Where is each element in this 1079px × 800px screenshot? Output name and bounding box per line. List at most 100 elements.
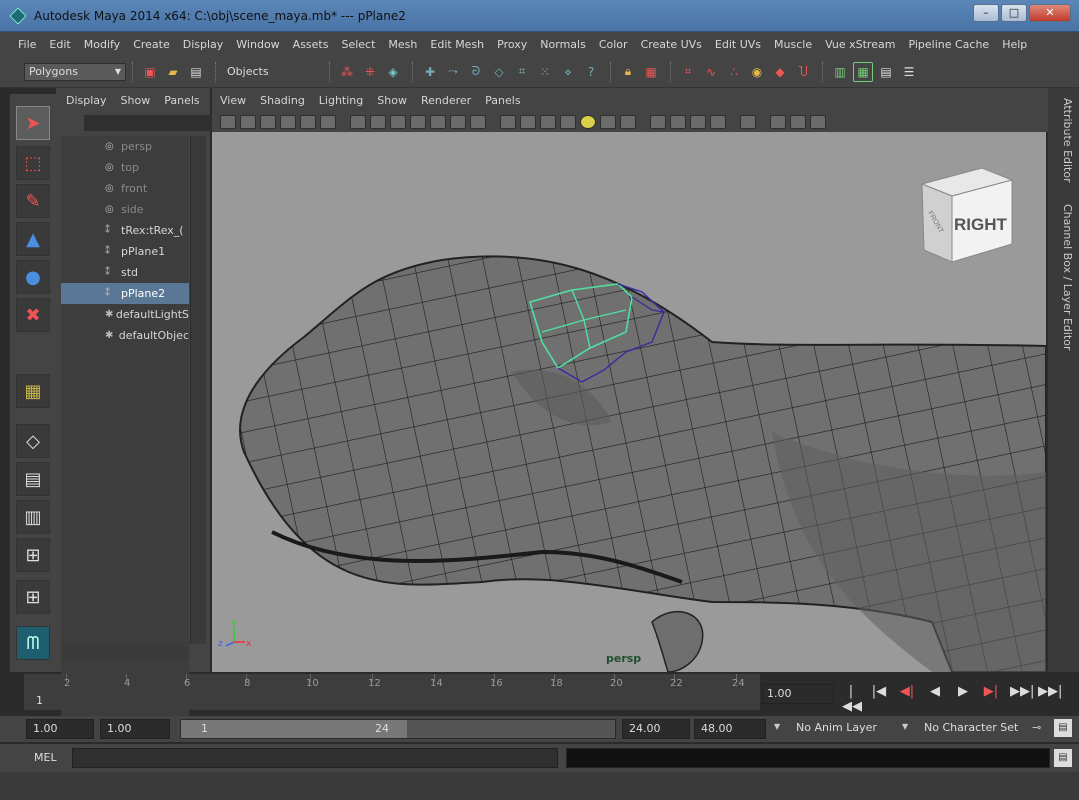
- menu-assets[interactable]: Assets: [293, 38, 329, 51]
- menu-vue-xstream[interactable]: Vue xStream: [825, 38, 895, 51]
- open-scene-icon[interactable]: ▰: [163, 62, 183, 82]
- outliner-vertical-scrollbar[interactable]: [190, 136, 206, 644]
- attribute-editor-tab[interactable]: Attribute Editor: [1054, 98, 1074, 183]
- outliner-horizontal-scrollbar[interactable]: [61, 646, 189, 660]
- xray-active-icon[interactable]: [790, 115, 806, 129]
- maximize-button[interactable]: □: [1001, 4, 1027, 22]
- scale-tool-icon[interactable]: ✖: [16, 298, 50, 332]
- 2d-pan-zoom-icon[interactable]: [300, 115, 316, 129]
- menu-color[interactable]: Color: [599, 38, 628, 51]
- menu-muscle[interactable]: Muscle: [774, 38, 812, 51]
- character-set-dropdown[interactable]: No Character Set: [918, 719, 1028, 739]
- viewport-menu-shading[interactable]: Shading: [260, 94, 305, 107]
- textured-icon[interactable]: [560, 115, 576, 129]
- outliner-menu-show[interactable]: Show: [121, 94, 151, 107]
- anim-layer-dropdown[interactable]: No Anim Layer: [790, 719, 896, 739]
- rotate-tool-icon[interactable]: ●: [16, 260, 50, 294]
- single-view-layout-icon[interactable]: ◇: [16, 424, 50, 458]
- select-by-curve-icon[interactable]: ᘐ: [466, 62, 486, 82]
- step-forward-frame-button[interactable]: ▶|: [982, 684, 1000, 714]
- time-slider[interactable]: 2 4 6 8 10 12 14 16 18 20 22 24 1: [24, 674, 760, 710]
- playback-end-field[interactable]: 24.00: [622, 719, 690, 739]
- channel-box-tab[interactable]: Channel Box / Layer Editor: [1054, 204, 1074, 351]
- construction-history-icon[interactable]: ▥: [830, 62, 850, 82]
- outliner-item[interactable]: ◎ side: [61, 199, 189, 220]
- maya-home-icon[interactable]: ᗰ: [16, 626, 50, 660]
- current-time-field[interactable]: 1.00: [762, 684, 834, 704]
- magnet-icon[interactable]: Ⴎ: [793, 62, 813, 82]
- select-by-joint-icon[interactable]: ⤳: [443, 62, 463, 82]
- menu-create[interactable]: Create: [133, 38, 170, 51]
- menu-select[interactable]: Select: [341, 38, 375, 51]
- outliner-item[interactable]: ⁑ tRex:tRex_(: [61, 220, 189, 241]
- xray-joints-icon[interactable]: [770, 115, 786, 129]
- range-slider-handle[interactable]: 1 24: [181, 720, 407, 738]
- two-view-layout-icon[interactable]: ⊞: [16, 580, 50, 614]
- key-icon[interactable]: ⊸: [1032, 721, 1041, 734]
- menu-normals[interactable]: Normals: [540, 38, 586, 51]
- motion-blur-icon[interactable]: [650, 115, 666, 129]
- render-settings-icon[interactable]: ▤: [876, 62, 896, 82]
- play-forwards-button[interactable]: ▶: [954, 684, 972, 714]
- highlight-selection-icon[interactable]: ▦: [641, 62, 661, 82]
- outliner-menu-panels[interactable]: Panels: [164, 94, 199, 107]
- move-tool-icon[interactable]: ▲: [16, 222, 50, 256]
- menu-pipeline-cache[interactable]: Pipeline Cache: [908, 38, 989, 51]
- render-view-icon[interactable]: ▦: [853, 61, 873, 82]
- bookmark-icon[interactable]: [260, 115, 276, 129]
- viewport-menu-renderer[interactable]: Renderer: [421, 94, 471, 107]
- outliner-item[interactable]: ✱ defaultLightS: [61, 304, 189, 325]
- ipr-render-icon[interactable]: ☰: [899, 62, 919, 82]
- step-back-frame-button[interactable]: ◀|: [898, 684, 916, 714]
- shadows-icon[interactable]: [600, 115, 616, 129]
- selection-mode-dropdown[interactable]: Objects: [223, 62, 323, 81]
- script-editor-icon[interactable]: ▤: [1054, 749, 1072, 767]
- mel-label[interactable]: MEL: [34, 751, 57, 764]
- wireframe-icon[interactable]: [500, 115, 516, 129]
- play-backwards-button[interactable]: ◀: [926, 684, 944, 714]
- outliner-item-selected[interactable]: ⁑ pPlane2: [61, 283, 189, 304]
- viewport-menu-lighting[interactable]: Lighting: [319, 94, 363, 107]
- select-tool-icon[interactable]: ➤: [16, 106, 50, 140]
- snap-to-point-icon[interactable]: ∴: [724, 62, 744, 82]
- gate-mask-icon[interactable]: [410, 115, 426, 129]
- snap-to-grid-icon[interactable]: ⌗: [678, 62, 698, 82]
- outliner-item[interactable]: ✱ defaultObjec: [61, 325, 189, 346]
- outliner-item[interactable]: ◎ front: [61, 178, 189, 199]
- select-camera-icon[interactable]: [220, 115, 236, 129]
- resolution-gate-icon[interactable]: [390, 115, 406, 129]
- go-to-start-button[interactable]: |◀◀: [842, 684, 862, 714]
- playback-start-field[interactable]: 1.00: [100, 719, 170, 739]
- new-scene-icon[interactable]: ▣: [140, 62, 160, 82]
- menu-file[interactable]: File: [18, 38, 36, 51]
- menu-create-uvs[interactable]: Create UVs: [641, 38, 702, 51]
- ambient-occlusion-icon[interactable]: [620, 115, 636, 129]
- end-time-field[interactable]: 48.00: [694, 719, 766, 739]
- safe-action-icon[interactable]: [450, 115, 466, 129]
- camera-attributes-icon[interactable]: [240, 115, 256, 129]
- select-by-rendering-icon[interactable]: ⋄: [558, 62, 578, 82]
- viewport-menu-view[interactable]: View: [220, 94, 246, 107]
- use-default-light-icon[interactable]: [580, 115, 596, 129]
- select-object-icon[interactable]: ⁜: [360, 62, 380, 82]
- view-cube[interactable]: RIGHT FRONT: [920, 167, 1014, 263]
- menu-modify[interactable]: Modify: [84, 38, 120, 51]
- step-back-key-button[interactable]: |◀: [870, 684, 888, 714]
- multisample-aa-icon[interactable]: [670, 115, 686, 129]
- lasso-tool-icon[interactable]: ⬚: [16, 146, 50, 180]
- snap-to-view-plane-icon[interactable]: ◉: [747, 62, 767, 82]
- chevron-down-icon[interactable]: ▼: [774, 722, 780, 731]
- snap-to-curve-icon[interactable]: ∿: [701, 62, 721, 82]
- close-button[interactable]: ✕: [1029, 4, 1071, 22]
- menu-help[interactable]: Help: [1002, 38, 1027, 51]
- chevron-down-icon[interactable]: ▼: [902, 722, 908, 731]
- menuset-dropdown[interactable]: Polygons ▼: [24, 62, 126, 81]
- menu-window[interactable]: Window: [236, 38, 279, 51]
- share-icon[interactable]: [810, 115, 826, 129]
- select-component-icon[interactable]: ◈: [383, 62, 403, 82]
- isolate-select-icon[interactable]: [740, 115, 756, 129]
- range-slider[interactable]: 1 24: [180, 719, 616, 739]
- outliner-item[interactable]: ⁑ std: [61, 262, 189, 283]
- select-by-surface-icon[interactable]: ◇: [489, 62, 509, 82]
- grease-pencil-icon[interactable]: [320, 115, 336, 129]
